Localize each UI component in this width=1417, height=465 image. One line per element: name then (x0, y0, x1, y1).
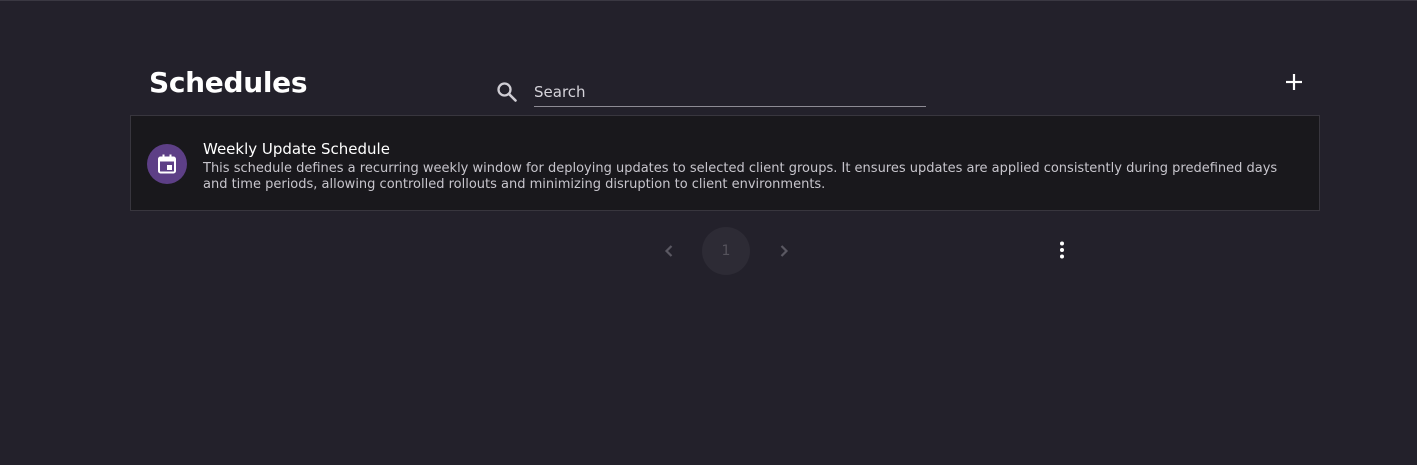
search-icon[interactable] (495, 80, 519, 104)
previous-page-button[interactable] (657, 239, 681, 263)
search-bar (495, 78, 927, 108)
more-options-button[interactable] (1050, 238, 1074, 262)
schedule-description: This schedule defines a recurring weekly… (203, 161, 1278, 192)
chevron-right-icon (780, 245, 789, 257)
add-schedule-button[interactable] (1280, 68, 1308, 96)
calendar-icon (158, 154, 176, 174)
schedule-name: Weekly Update Schedule (203, 140, 390, 158)
next-page-button[interactable] (772, 239, 796, 263)
page-number-button[interactable]: 1 (702, 227, 750, 275)
more-vertical-icon (1060, 241, 1064, 259)
top-divider (0, 0, 1417, 1)
page-title: Schedules (149, 66, 308, 99)
avatar (147, 144, 187, 184)
plus-icon (1286, 74, 1302, 90)
chevron-left-icon (664, 245, 673, 257)
search-input[interactable] (534, 78, 926, 107)
schedule-list-item[interactable]: Weekly Update Schedule This schedule def… (130, 115, 1320, 211)
